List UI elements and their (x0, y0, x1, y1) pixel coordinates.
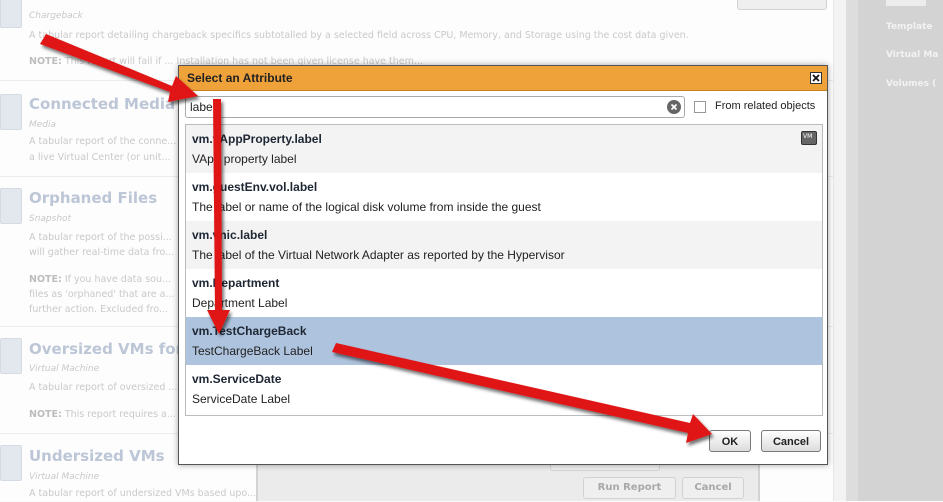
attribute-name: vm.vnic.label (192, 228, 268, 242)
report-description: A tabular report of the possi... (29, 232, 172, 243)
right-panel-item[interactable]: Volumes ( (886, 79, 936, 89)
report-note: further action. Excluded fro... (29, 304, 169, 315)
report-description: A tabular report of oversized ... (29, 382, 178, 393)
attribute-description: VApp property label (192, 152, 297, 166)
report-description: a live Virtual Center (or unit... (29, 152, 171, 163)
vm-icon: VM (801, 131, 817, 145)
right-panel: Template Virtual Ma Volumes ( (846, 0, 943, 501)
report-title[interactable]: Orphaned Files (29, 189, 157, 207)
report-note: NOTE: If you have data sou... (29, 274, 172, 285)
report-icon (0, 445, 22, 481)
attribute-description: TestChargeBack Label (192, 344, 313, 358)
report-category: Virtual Machine (29, 364, 100, 374)
search-input[interactable] (190, 99, 650, 115)
right-panel-item[interactable]: Template (886, 22, 932, 32)
cancel-report-button[interactable]: Cancel (682, 477, 744, 499)
attribute-row[interactable]: vm.guestEnv.vol.label The label or name … (186, 173, 822, 221)
attribute-row-selected[interactable]: vm.TestChargeBack TestChargeBack Label (186, 317, 822, 365)
search-field[interactable] (185, 96, 685, 118)
attribute-row[interactable]: vm.Department Department Label (186, 269, 822, 317)
attribute-name: vm.ServiceDate (192, 372, 282, 386)
from-related-objects-checkbox[interactable] (694, 101, 706, 113)
report-description: A tabular report of undersized VMs based… (29, 488, 257, 499)
attribute-row[interactable]: vm.vAppProperty.label VApp property labe… (186, 125, 822, 173)
report-title[interactable]: Undersized VMs (29, 447, 165, 465)
ok-button[interactable]: OK (709, 430, 751, 452)
attribute-name: vm.guestEnv.vol.label (192, 180, 318, 194)
attribute-name: vm.vAppProperty.label (192, 132, 322, 146)
report-category: Media (29, 120, 57, 130)
dialog-titlebar[interactable]: Select an Attribute (179, 66, 827, 91)
cancel-button[interactable]: Cancel (761, 430, 821, 452)
right-panel-item[interactable] (886, 0, 926, 6)
attribute-description: The label of the Virtual Network Adapter… (192, 248, 565, 262)
attribute-description: ServiceDate Label (192, 392, 291, 406)
report-category: Chargeback (29, 11, 83, 21)
report-description: will gather real-time data fro... (29, 247, 175, 258)
from-related-objects-label: From related objects (715, 100, 816, 112)
report-action-button[interactable] (737, 0, 827, 10)
report-note: NOTE: This report requires a... (29, 409, 176, 420)
attribute-name: vm.TestChargeBack (192, 324, 307, 338)
report-icon (0, 338, 22, 374)
attribute-description: Department Label (192, 296, 288, 310)
attribute-row[interactable]: vm.ServiceDate ServiceDate Label (186, 365, 822, 413)
report-icon (0, 188, 22, 224)
report-icon (0, 0, 22, 28)
attribute-name: vm.Department (192, 276, 280, 290)
report-description: A tabular report detailing chargeback sp… (29, 30, 689, 41)
close-icon[interactable] (810, 72, 822, 84)
report-title[interactable]: Oversized VMs for (29, 340, 183, 358)
right-panel-item[interactable]: Virtual Ma (886, 50, 938, 60)
report-note: files as 'orphaned' that are a... (29, 289, 175, 300)
report-title[interactable]: Connected Media (29, 95, 175, 113)
clear-search-icon[interactable] (667, 100, 681, 114)
attribute-row[interactable]: vm.vnic.label The label of the Virtual N… (186, 221, 822, 269)
attribute-list: vm.vAppProperty.label VApp property labe… (185, 124, 823, 416)
dialog-title: Select an Attribute (187, 71, 293, 85)
scrollbar[interactable] (833, 0, 847, 501)
report-category: Virtual Machine (29, 472, 100, 482)
select-attribute-dialog: Select an Attribute From related objects… (178, 65, 828, 465)
attribute-description: The label or name of the logical disk vo… (192, 200, 541, 214)
report-description: A tabular report of the conne... (29, 136, 177, 147)
run-report-button[interactable]: Run Report (583, 477, 676, 499)
report-category: Snapshot (29, 214, 72, 224)
right-panel-inner (858, 0, 943, 501)
report-icon (0, 94, 22, 130)
